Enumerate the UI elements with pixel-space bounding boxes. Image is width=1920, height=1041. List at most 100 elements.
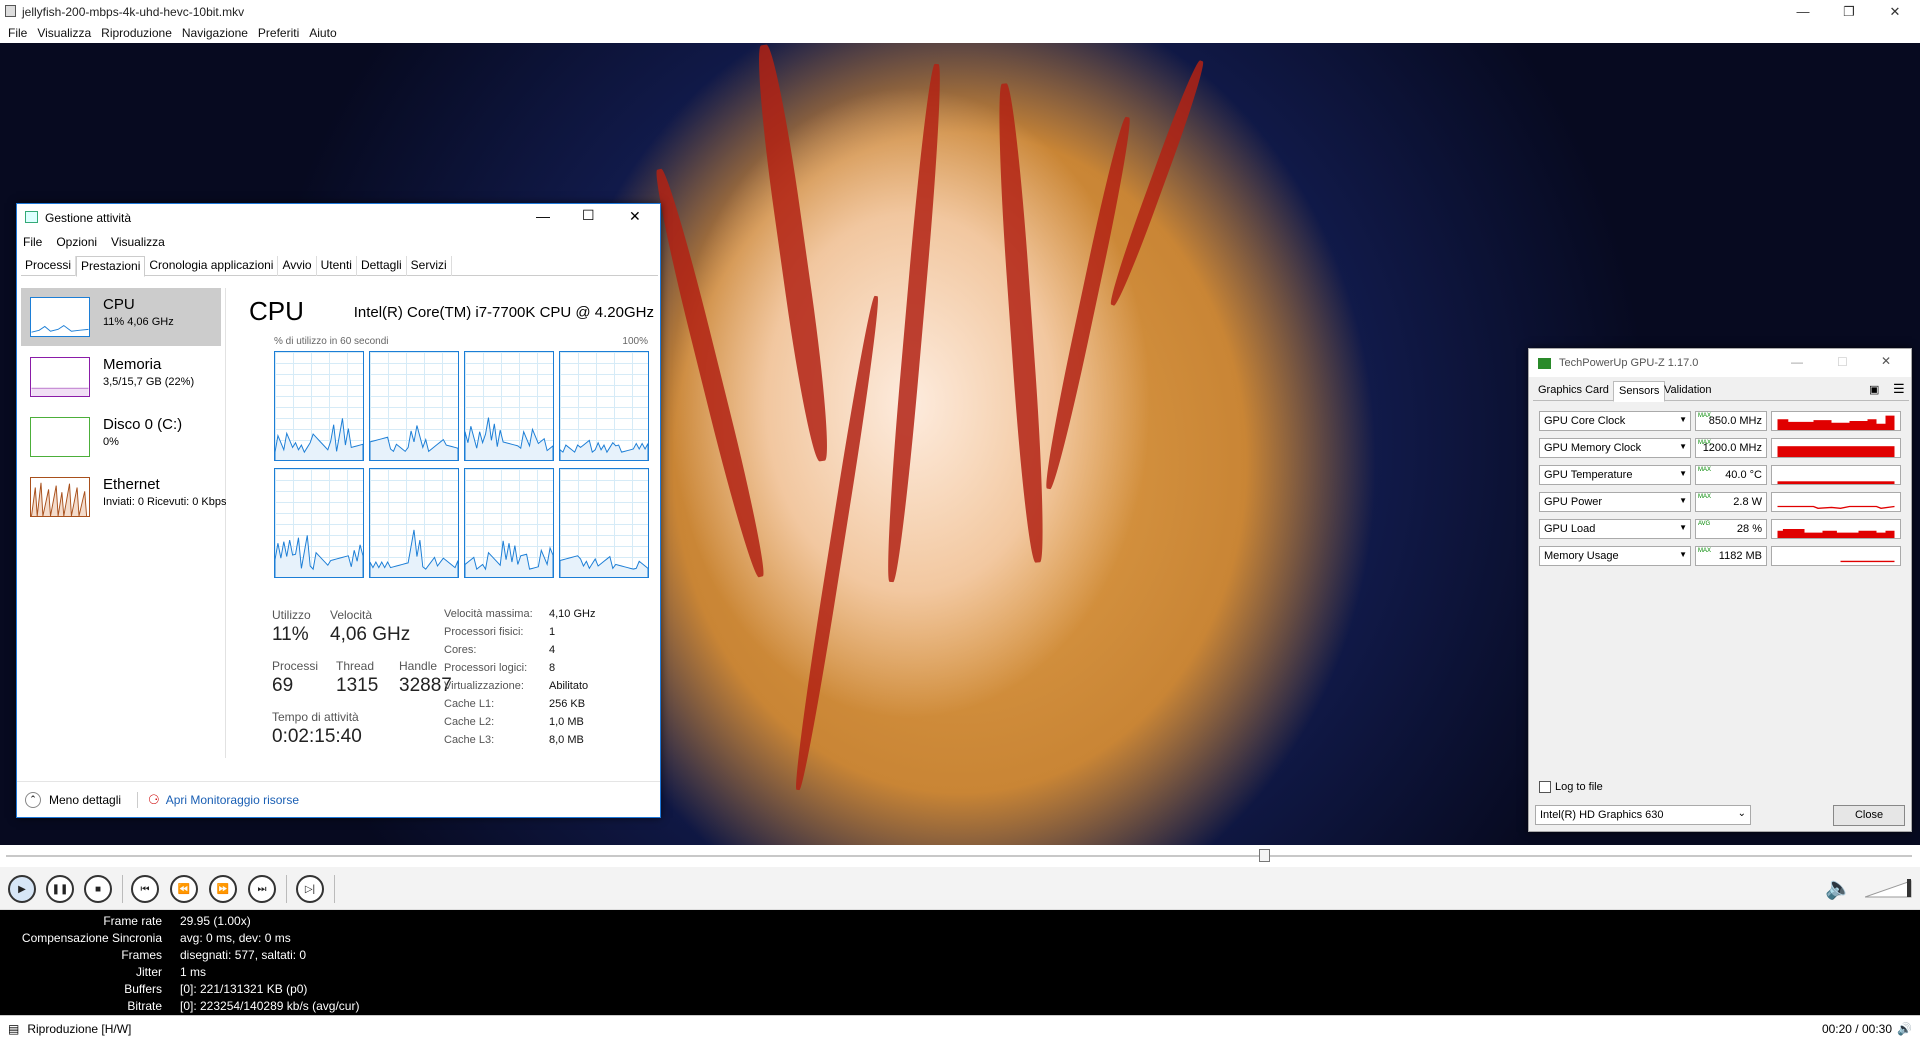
tab-processi[interactable]: Processi — [21, 256, 77, 276]
gpuz-tab-validation[interactable]: Validation — [1659, 381, 1717, 401]
seek-track[interactable] — [6, 855, 1912, 857]
cpu-model: Intel(R) Core(TM) i7-7700K CPU @ 4.20GHz — [353, 304, 654, 321]
menu-preferiti[interactable]: Preferiti — [258, 26, 299, 40]
handle-label: Handle — [399, 659, 438, 673]
menu-aiuto[interactable]: Aiuto — [309, 26, 336, 40]
tm-menu-file[interactable]: File — [23, 235, 42, 249]
tab-utenti[interactable]: Utenti — [317, 256, 357, 276]
gpuz-minimize-button[interactable]: — — [1791, 355, 1803, 369]
toolbar-divider — [122, 875, 123, 903]
sensor-value: 1182 MB — [1718, 550, 1762, 562]
sidebar-item-ethernet[interactable]: Ethernet Inviati: 0 Ricevuti: 0 Kbps — [21, 468, 226, 526]
rewind-button[interactable]: ⏪ — [170, 875, 198, 903]
log-to-file-row: Log to file — [1539, 781, 1603, 793]
sidebar-item-memoria[interactable]: Memoria 3,5/15,7 GB (22%) — [21, 348, 226, 406]
gpuz-close-button[interactable]: ✕ — [1881, 354, 1891, 368]
play-icon: ▶ — [18, 883, 26, 895]
stat-label: Frame rate — [103, 914, 162, 928]
divider — [137, 791, 139, 808]
status-file-icon: ▤ — [8, 1021, 20, 1036]
close-button[interactable]: ✕ — [1872, 0, 1918, 23]
seek-bar[interactable] — [0, 845, 1920, 867]
frame-step-button[interactable]: ▷| — [296, 875, 324, 903]
tm-menu-opzioni[interactable]: Opzioni — [56, 235, 97, 249]
sidebar-item-disco[interactable]: Disco 0 (C:) 0% — [21, 408, 226, 466]
stats-panel: Frame rate 29.95 (1.00x) Compensazione Si… — [0, 910, 1920, 1015]
ethernet-thumbnail-graph — [30, 477, 90, 517]
sensor-value-box: MAX 1182 MB — [1695, 546, 1767, 566]
minimize-button[interactable]: — — [1780, 0, 1826, 23]
menu-navigazione[interactable]: Navigazione — [182, 26, 248, 40]
core-usage-line — [274, 535, 364, 577]
sensor-tag: AVG — [1698, 521, 1711, 527]
file-icon — [5, 5, 16, 17]
gpuz-close-dialog-button[interactable]: Close — [1833, 805, 1905, 826]
stat-label: Buffers — [124, 982, 162, 996]
sensor-row: GPU Temperature ▼ MAX 40.0 °C — [1539, 465, 1909, 485]
sensor-tag: MAX — [1698, 440, 1712, 446]
spec-label: Cache L3: — [444, 734, 495, 746]
volume-icon[interactable]: 🔈 — [1825, 875, 1852, 901]
resource-monitor-link[interactable]: Apri Monitoraggio risorse — [166, 793, 299, 807]
menu-visualizza[interactable]: Visualizza — [37, 26, 91, 40]
sidebar-sub: 3,5/15,7 GB (22%) — [103, 376, 195, 388]
sensor-value-box: MAX 2.8 W — [1695, 492, 1767, 512]
tm-minimize-button[interactable]: — — [536, 208, 550, 224]
sensor-row: GPU Core Clock ▼ MAX 850.0 MHz — [1539, 411, 1909, 431]
gpu-select[interactable]: Intel(R) HD Graphics 630 ⌄ — [1535, 805, 1751, 825]
stop-button[interactable]: ■ — [84, 875, 112, 903]
core-usage-line — [274, 418, 364, 460]
sensor-row: GPU Power ▼ MAX 2.8 W — [1539, 492, 1909, 512]
stat-row: Bitrate [0]: 223254/140289 kb/s (avg/cur) — [0, 999, 600, 1016]
volume-slider[interactable] — [1865, 877, 1913, 899]
sensor-select[interactable]: GPU Power ▼ — [1539, 492, 1691, 512]
camera-icon[interactable]: ▣ — [1869, 383, 1879, 396]
spec-label: Processori logici: — [444, 662, 528, 674]
core-usage-line — [464, 417, 554, 460]
menu-file[interactable]: File — [8, 26, 27, 40]
gpuz-tab-graphics-card[interactable]: Graphics Card — [1533, 381, 1614, 401]
sensor-value: 850.0 MHz — [1708, 415, 1762, 427]
gpuz-tab-sensors[interactable]: Sensors — [1613, 381, 1666, 402]
dropdown-arrow-icon: ▼ — [1679, 469, 1687, 478]
forward-button[interactable]: ⏩ — [209, 875, 237, 903]
next-button[interactable]: ⏭ — [248, 875, 276, 903]
sensor-value-box: MAX 1200.0 MHz — [1695, 438, 1767, 458]
log-to-file-checkbox[interactable] — [1539, 781, 1551, 793]
tab-avvio[interactable]: Avvio — [278, 256, 317, 276]
hamburger-menu-icon[interactable]: ☰ — [1893, 381, 1905, 397]
spec-value: 8 — [549, 662, 556, 674]
uptime-label: Tempo di attività — [272, 710, 359, 724]
cpu-heading: CPU — [249, 296, 304, 326]
tm-menu-visualizza[interactable]: Visualizza — [111, 235, 165, 249]
sidebar-item-cpu[interactable]: CPU 11% 4,06 GHz — [21, 288, 221, 346]
pause-button[interactable]: ❚❚ — [46, 875, 74, 903]
tm-maximize-button[interactable]: ☐ — [582, 207, 595, 224]
speaker-icon[interactable]: 🔊 — [1897, 1022, 1912, 1036]
stat-row: Buffers [0]: 221/131321 KB (p0) — [0, 982, 600, 999]
tab-cronologia[interactable]: Cronologia applicazioni — [145, 256, 279, 276]
restore-button[interactable]: ❐ — [1826, 0, 1872, 23]
sensor-value: 1200.0 MHz — [1702, 442, 1762, 454]
tab-prestazioni[interactable]: Prestazioni — [76, 256, 146, 277]
collapse-icon[interactable]: ⌃ — [25, 791, 41, 808]
tm-close-button[interactable]: ✕ — [629, 208, 641, 225]
stat-value: [0]: 221/131321 KB (p0) — [180, 982, 308, 996]
stat-row: Frame rate 29.95 (1.00x) — [0, 914, 600, 931]
less-details-link[interactable]: Meno dettagli — [49, 793, 121, 807]
previous-button[interactable]: ⏮ — [131, 875, 159, 903]
sensor-select[interactable]: GPU Load ▼ — [1539, 519, 1691, 539]
seek-thumb[interactable] — [1258, 849, 1270, 862]
gpuz-maximize-button[interactable]: ☐ — [1837, 355, 1848, 369]
sensor-select[interactable]: GPU Temperature ▼ — [1539, 465, 1691, 485]
tab-dettagli[interactable]: Dettagli — [357, 256, 407, 276]
toolbar-divider — [334, 875, 335, 903]
tab-servizi[interactable]: Servizi — [407, 256, 452, 276]
sensor-select[interactable]: GPU Memory Clock ▼ — [1539, 438, 1691, 458]
stat-row: Jitter 1 ms — [0, 965, 600, 982]
sensor-select[interactable]: GPU Core Clock ▼ — [1539, 411, 1691, 431]
menu-riproduzione[interactable]: Riproduzione — [101, 26, 172, 40]
sensor-select[interactable]: Memory Usage ▼ — [1539, 546, 1691, 566]
play-button[interactable]: ▶ — [8, 875, 36, 903]
stop-icon: ■ — [94, 883, 102, 895]
